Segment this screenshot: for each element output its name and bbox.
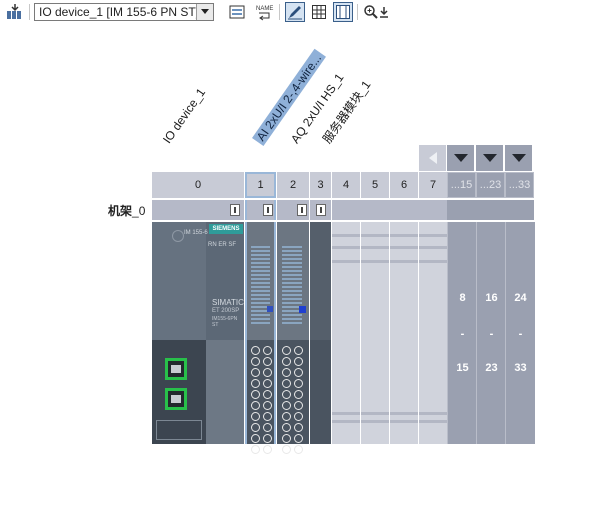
module-indicator-icon [297,204,307,216]
range-start: 8 [459,292,466,304]
empty-slot-6[interactable] [390,222,418,444]
scroll-left-button[interactable] [419,145,446,171]
rack-row-ranges [447,200,534,220]
range-end: 23 [485,362,498,374]
triangle-down-icon [482,154,497,162]
rack-row-slot0 [152,200,244,220]
range-dash: - [489,328,494,340]
triangle-down-icon [453,154,468,162]
module-indicator-icon [263,204,273,216]
empty-slot-5[interactable] [361,222,389,444]
rack-row-empty [332,200,447,220]
range-header-1[interactable]: ...15 [447,172,476,198]
network-view-icon[interactable] [5,2,25,22]
slot-header-3[interactable]: 3 [310,172,331,198]
aq-module[interactable] [277,222,309,454]
module-mini-text: IM 155-6 [184,230,208,236]
toolbar-separator [279,4,280,20]
ethernet-port-2[interactable] [165,388,187,410]
toolbar-separator [29,4,30,20]
download-icon[interactable] [377,2,391,22]
model-label: ET 200SP [212,308,240,314]
rename-icon[interactable]: NAME [255,2,275,22]
terminal-base [310,340,331,444]
slot-header-1[interactable]: 1 [245,172,276,198]
siemens-brand: SIEMENS [209,224,243,234]
expand-range-button-1[interactable] [447,145,474,171]
interface-module[interactable]: IM 155-6 RN ER SF SIEMENS SIMATIC ET 200… [152,222,244,444]
grid-view-icon[interactable] [309,2,329,22]
rack-row-slot1 [245,200,276,220]
range-dash: - [460,328,465,340]
module-mini-text: RN ER SF [208,242,237,248]
terminal-block [251,346,272,454]
terminal-block [282,346,303,454]
range-start: 16 [485,292,498,304]
rack-row-slot3 [310,200,331,220]
slot-header-5[interactable]: 5 [361,172,389,198]
color-code-icon [267,306,273,312]
toolbar: IO device_1 [IM 155-6 PN ST] NAME [0,0,606,26]
ai-module[interactable] [245,222,276,454]
range-start: 24 [514,292,527,304]
expand-range-button-2[interactable] [476,145,503,171]
chevron-left-icon [428,152,437,164]
slot-header-2[interactable]: 2 [277,172,309,198]
rack-label-suffix: _0 [132,204,146,218]
module-vent [251,246,270,324]
empty-slot-7[interactable] [419,222,447,444]
rack-row-slot2 [277,200,309,220]
device-name-label[interactable]: IO device_1 [160,86,208,146]
module-indicator-icon [230,204,240,216]
range-dash: - [518,328,523,340]
chevron-down-icon[interactable] [196,4,213,20]
empty-slot-4[interactable] [332,222,360,444]
slot-header-4[interactable]: 4 [332,172,360,198]
range-header-2[interactable]: ...23 [476,172,505,198]
power-connector [156,420,202,440]
expand-range-button-3[interactable] [505,145,532,171]
device-select-value: IO device_1 [IM 155-6 PN ST] [39,5,200,19]
slot-header-0[interactable]: 0 [152,172,244,198]
range-column-3[interactable]: 24 - 33 [505,222,535,444]
device-select[interactable]: IO device_1 [IM 155-6 PN ST] [34,3,214,21]
show-assignment-icon[interactable] [227,2,247,22]
server-module[interactable] [310,222,331,444]
range-header-3[interactable]: ...33 [505,172,534,198]
ethernet-port-1[interactable] [165,358,187,380]
triangle-down-icon [511,154,526,162]
slot-header-7[interactable]: 7 [419,172,447,198]
toolbar-separator [357,4,358,20]
simatic-label: SIMATIC [212,298,244,307]
range-column-2[interactable]: 16 - 23 [476,222,506,444]
module-indicator-icon [316,204,326,216]
range-end: 33 [514,362,527,374]
range-column-1[interactable]: 8 - 15 [447,222,477,444]
model-sub-label: IM155-6PN ST [212,316,238,328]
table-view-icon[interactable] [333,2,353,22]
range-end: 15 [456,362,469,374]
name-icon-text: NAME [256,6,273,12]
status-led-icon [172,230,184,242]
rack-label: 机架_0 [108,202,145,219]
pencil-icon[interactable] [285,2,305,22]
slot-header-6[interactable]: 6 [390,172,418,198]
module-lower-panel [206,340,244,444]
rack-label-text: 机架 [108,204,133,218]
color-code-icon [299,306,306,313]
